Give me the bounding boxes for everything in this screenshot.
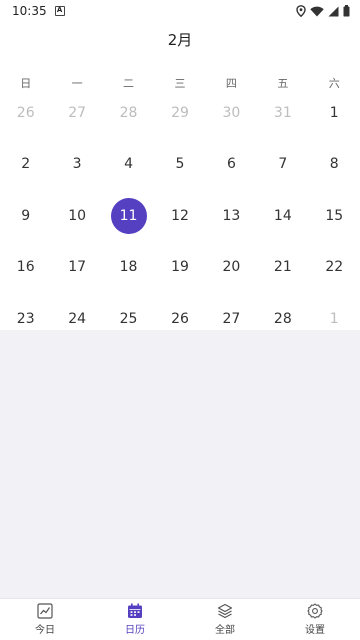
day-cell[interactable]: 28	[257, 293, 308, 345]
day-cell[interactable]: 4	[103, 139, 154, 191]
day-cell[interactable]: 10	[51, 190, 102, 242]
day-cell[interactable]: 12	[154, 190, 205, 242]
day-cell[interactable]: 1	[309, 87, 360, 139]
wifi-icon	[310, 6, 324, 16]
day-number: 9	[21, 207, 31, 224]
day-cell[interactable]: 16	[0, 242, 51, 294]
day-number: 17	[68, 259, 87, 276]
day-number: 4	[124, 156, 134, 173]
day-number: 31	[273, 104, 292, 121]
nav-label-settings: 设置	[305, 625, 325, 636]
day-number: 12	[171, 207, 189, 224]
day-cell[interactable]: 9	[0, 190, 51, 242]
nav-item-today[interactable]: 今日	[0, 599, 90, 640]
day-cell[interactable]: 6	[206, 139, 257, 191]
day-number: 18	[119, 259, 138, 276]
day-cell[interactable]: 5	[154, 139, 205, 191]
day-number: 7	[278, 156, 288, 173]
day-number: 11	[119, 207, 138, 224]
day-number: 22	[325, 259, 344, 276]
day-number: 3	[72, 156, 82, 173]
month-title: 2月	[167, 31, 193, 49]
day-number: 1	[329, 310, 339, 327]
day-cell[interactable]: 30	[206, 87, 257, 139]
day-cell[interactable]: 8	[309, 139, 360, 191]
day-number: 28	[119, 104, 138, 121]
day-cell[interactable]: 7	[257, 139, 308, 191]
day-number: 13	[222, 207, 241, 224]
day-number: 8	[329, 156, 339, 173]
day-cell[interactable]: 21	[257, 242, 308, 294]
location-icon	[296, 5, 306, 17]
day-number: 29	[171, 104, 189, 121]
day-cell[interactable]: 20	[206, 242, 257, 294]
day-cell[interactable]: 28	[103, 87, 154, 139]
day-number: 27	[68, 104, 87, 121]
chart-icon	[37, 603, 53, 619]
day-cell[interactable]: 1	[309, 293, 360, 345]
day-number: 27	[222, 310, 241, 327]
bottom-nav: 今日 日历 全部 设置	[0, 598, 360, 640]
week-row: 16 17 18 19 20 21 22	[0, 242, 360, 294]
day-cell[interactable]: 3	[51, 139, 102, 191]
day-number: 2	[21, 156, 31, 173]
week-row: 2 3 4 5 6 7 8	[0, 139, 360, 191]
a-icon: A	[54, 6, 65, 16]
day-cell[interactable]: 13	[206, 190, 257, 242]
nav-item-all[interactable]: 全部	[180, 599, 270, 640]
week-row: 26 27 28 29 30 31 1	[0, 87, 360, 139]
status-bar: 10:35 A	[0, 0, 360, 22]
signal-icon	[328, 6, 339, 16]
nav-label-today: 今日	[35, 625, 55, 636]
day-number: 28	[273, 310, 292, 327]
day-cell[interactable]: 18	[103, 242, 154, 294]
day-cell[interactable]: 17	[51, 242, 102, 294]
day-cell[interactable]: 26	[0, 87, 51, 139]
week-row: 23 24 25 26 27 28 1	[0, 293, 360, 345]
day-cell[interactable]: 27	[206, 293, 257, 345]
day-number: 26	[16, 104, 35, 121]
day-number: 16	[16, 259, 35, 276]
day-number: 26	[171, 310, 189, 327]
nav-label-calendar: 日历	[125, 625, 145, 636]
nav-item-settings[interactable]: 设置	[270, 599, 360, 640]
day-cell[interactable]: 2	[0, 139, 51, 191]
day-cell[interactable]: 15	[309, 190, 360, 242]
day-grid: 26 27 28 29 30 31 1 2 3 4 5 6 7 8 9 10 11 12 13 14 15 16 17 18 1…	[0, 87, 360, 345]
day-number: 15	[325, 207, 344, 224]
gear-icon	[307, 603, 323, 619]
day-number: 14	[273, 207, 292, 224]
day-number: 25	[119, 310, 138, 327]
nav-label-all: 全部	[215, 625, 235, 636]
battery-icon	[343, 5, 350, 17]
day-cell-selected[interactable]: 11	[103, 190, 154, 242]
nav-item-calendar[interactable]: 日历	[90, 599, 180, 640]
day-number: 10	[68, 207, 87, 224]
day-cell[interactable]: 19	[154, 242, 205, 294]
status-time: 10:35	[12, 4, 47, 18]
day-cell[interactable]: 26	[154, 293, 205, 345]
calendar-icon	[128, 603, 142, 618]
day-cell[interactable]: 25	[103, 293, 154, 345]
day-number: 23	[16, 310, 35, 327]
calendar-card: 2月 日 一 二 三 四 五 六 26 27 28 29 30 31 1 2 3 4 5 6 7 8 9 10…	[0, 22, 360, 330]
day-cell[interactable]: 22	[309, 242, 360, 294]
day-number: 1	[329, 104, 339, 121]
day-number: 20	[222, 259, 241, 276]
day-number: 5	[175, 156, 185, 173]
day-number: 24	[68, 310, 87, 327]
day-cell[interactable]: 14	[257, 190, 308, 242]
day-number: 6	[226, 156, 236, 173]
week-row: 9 10 11 12 13 14 15	[0, 190, 360, 242]
day-cell[interactable]: 24	[51, 293, 102, 345]
day-number: 19	[171, 259, 189, 276]
day-number: 30	[222, 104, 241, 121]
layers-icon	[217, 603, 233, 619]
day-cell[interactable]: 27	[51, 87, 102, 139]
day-cell[interactable]: 29	[154, 87, 205, 139]
day-number: 21	[273, 259, 292, 276]
day-cell[interactable]: 31	[257, 87, 308, 139]
day-cell[interactable]: 23	[0, 293, 51, 345]
